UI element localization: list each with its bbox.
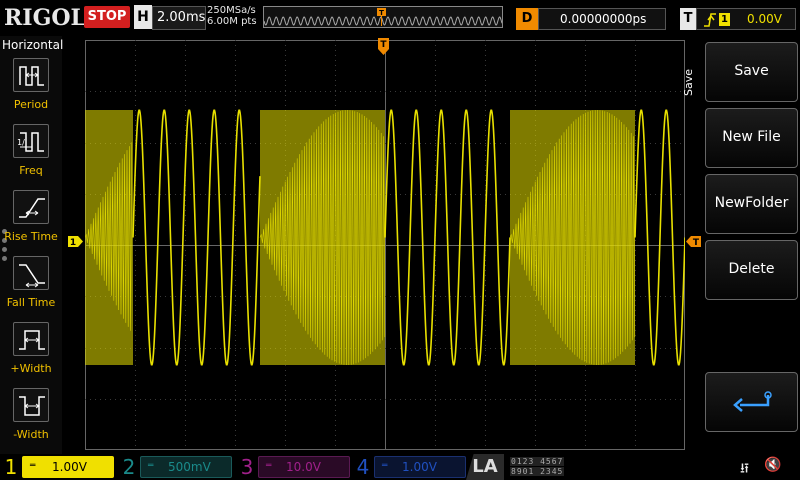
speaker-muted-icon[interactable]: 🔇: [764, 457, 781, 473]
trigger-box[interactable]: 1 0.00V: [696, 8, 796, 30]
delay-value: 0.00000000ps: [560, 12, 647, 26]
channel-3-indicator[interactable]: 3 ═ 10.0V: [236, 454, 350, 480]
menu-item-label: Rise Time: [4, 230, 58, 243]
overview-trigger-label: T: [379, 9, 384, 17]
fall-time-icon: [13, 256, 49, 290]
frequency-measure-icon: 1/: [13, 124, 49, 158]
horizontal-key[interactable]: H: [134, 5, 152, 29]
trigger-source-badge: 1: [719, 13, 730, 26]
new-file-button-label: New File: [722, 129, 781, 145]
save-button[interactable]: Save: [705, 42, 798, 102]
la-row-1: 0123 4567: [510, 457, 565, 466]
channel1-trace: [85, 109, 685, 366]
logic-analyzer-key[interactable]: LA: [466, 454, 504, 480]
overview-wave: T: [263, 8, 503, 26]
positive-width-icon: [13, 322, 49, 356]
acquisition-info: 250MSa/s 6.00M pts: [207, 5, 257, 27]
channel-3-scale: 10.0V: [286, 460, 321, 474]
memory-depth: 6.00M pts: [207, 16, 257, 27]
menu-title-save: Save: [682, 68, 695, 96]
channel-1-number: 1: [4, 455, 18, 479]
brand-logo: RIGOL: [4, 5, 86, 31]
menu-item-rise-time[interactable]: Rise Time: [0, 188, 62, 248]
period-measure-icon: [13, 58, 49, 92]
delete-button[interactable]: Delete: [705, 240, 798, 300]
negative-width-icon: [13, 388, 49, 422]
timebase-value: 2.00ms: [157, 10, 206, 25]
status-bar: RIGOL STOP H 2.00ms 250MSa/s 6.00M pts T…: [0, 0, 800, 36]
menu-item-label: -Width: [13, 428, 49, 441]
menu-item-label: +Width: [10, 362, 52, 375]
logic-analyzer-channels: 0123 4567 8901 2345: [510, 457, 565, 477]
run-stop-indicator[interactable]: STOP: [84, 6, 130, 28]
channel-3-number: 3: [240, 455, 254, 479]
channel-2-indicator[interactable]: 2 ═ 500mV: [118, 454, 232, 480]
trigger-level-marker[interactable]: T: [686, 236, 702, 247]
channel-1-indicator[interactable]: 1 ═ 1.00V: [0, 454, 114, 480]
new-folder-button-label: NewFolder: [714, 195, 789, 211]
trigger-key[interactable]: T: [680, 8, 696, 30]
new-file-button[interactable]: New File: [705, 108, 798, 168]
dc-coupling-icon: ═: [266, 461, 272, 471]
trigger-level-label: T: [693, 238, 700, 247]
channel-bar: 1 ═ 1.00V 2 ═ 500mV 3 ═ 10.0V 4 ═ 1.00V …: [0, 454, 800, 480]
delay-key[interactable]: D: [516, 8, 538, 30]
channel-1-scale: 1.00V: [52, 460, 87, 474]
la-row-2: 8901 2345: [510, 467, 565, 476]
rise-time-icon: [13, 190, 49, 224]
trigger-level-value: 0.00V: [747, 12, 782, 26]
menu-item-period[interactable]: Period: [0, 56, 62, 116]
channel-4-number: 4: [356, 455, 370, 479]
menu-item-positive-width[interactable]: +Width: [0, 320, 62, 380]
save-menu: Save New File NewFolder Delete: [705, 38, 800, 448]
trigger-position-marker[interactable]: T: [378, 38, 390, 56]
rising-edge-icon: [704, 13, 716, 27]
dc-coupling-icon: ═: [382, 461, 388, 471]
horizontal-measure-menu: Horizontal Period 1/ Freq Rise Time Fall…: [0, 36, 64, 454]
dc-coupling-icon: ═: [148, 461, 154, 471]
channel1-offset-label: 1: [70, 238, 76, 247]
save-button-label: Save: [734, 63, 769, 79]
menu-title: Horizontal: [2, 38, 64, 52]
svg-text:1/: 1/: [17, 138, 25, 147]
channel-2-scale: 500mV: [168, 460, 211, 474]
channel-4-indicator[interactable]: 4 ═ 1.00V: [352, 454, 466, 480]
trigger-position-label: T: [380, 40, 387, 50]
new-folder-button[interactable]: NewFolder: [705, 174, 798, 234]
usb-icon: ⭿: [740, 461, 750, 477]
return-arrow-icon: [733, 391, 772, 412]
return-button[interactable]: [705, 372, 798, 432]
delete-button-label: Delete: [728, 261, 775, 277]
graticule: [85, 40, 685, 450]
menu-item-label: Period: [13, 98, 49, 111]
menu-item-fall-time[interactable]: Fall Time: [0, 254, 62, 314]
menu-item-negative-width[interactable]: -Width: [0, 386, 62, 446]
dc-coupling-icon: ═: [30, 461, 36, 471]
menu-item-freq[interactable]: 1/ Freq: [0, 122, 62, 182]
menu-item-label: Freq: [19, 164, 43, 177]
channel-4-scale: 1.00V: [402, 460, 437, 474]
waveform-overview[interactable]: T: [263, 6, 503, 28]
channel-2-number: 2: [122, 455, 136, 479]
channel1-offset-marker[interactable]: 1: [68, 236, 84, 247]
sample-rate: 250MSa/s: [207, 5, 256, 16]
menu-item-label: Fall Time: [6, 296, 56, 309]
waveform-display[interactable]: [85, 40, 685, 450]
